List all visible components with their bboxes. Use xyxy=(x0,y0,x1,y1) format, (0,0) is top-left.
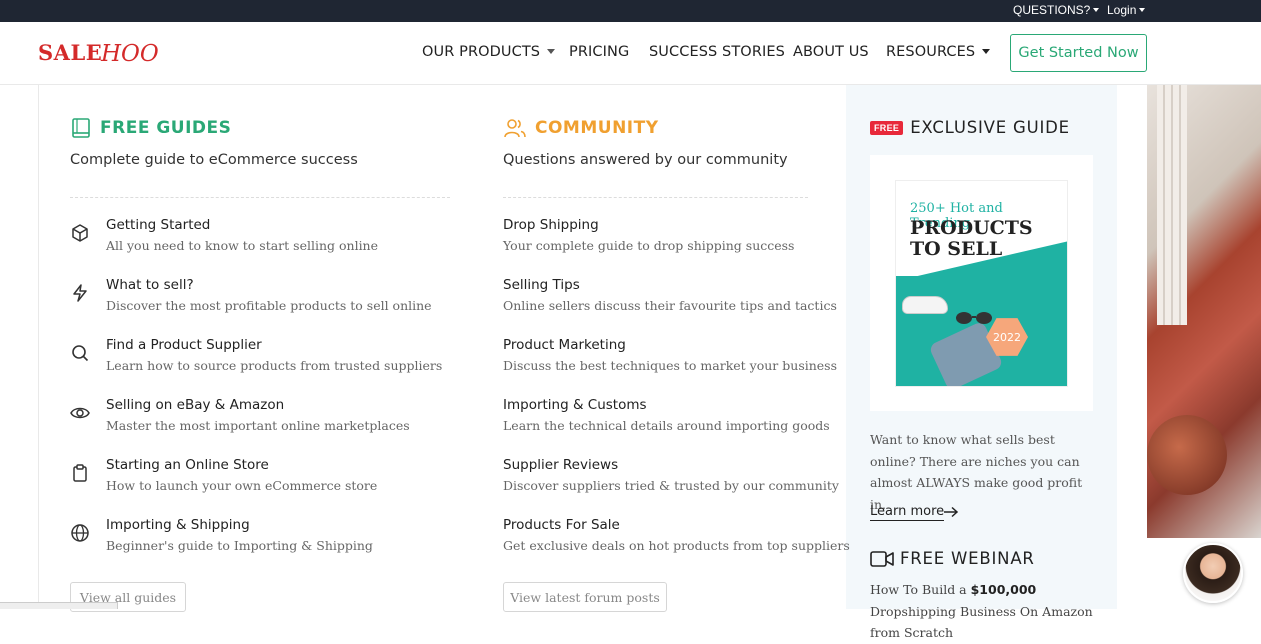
cover-title-line2: PRODUCTS TO SELL xyxy=(910,217,1033,260)
free-guides-subheading: Complete guide to eCommerce success xyxy=(70,152,358,168)
search-icon xyxy=(70,343,90,363)
menu-item-title: Selling Tips xyxy=(503,277,580,293)
menu-item-getting-started[interactable]: Getting Started All you need to know to s… xyxy=(70,217,450,257)
menu-item-description: Master the most important online marketp… xyxy=(106,418,410,433)
nav-about-us-label: ABOUT US xyxy=(793,44,869,60)
menu-item-description: Beginner's guide to Importing & Shipping xyxy=(106,538,373,553)
menu-item-title: Starting an Online Store xyxy=(106,457,269,473)
clipboard-icon xyxy=(70,463,90,483)
divider xyxy=(70,197,450,198)
chat-avatar-button[interactable] xyxy=(1183,543,1243,603)
menu-item-title: Find a Product Supplier xyxy=(106,337,262,353)
menu-item-products-for-sale[interactable]: Products For Sale Get exclusive deals on … xyxy=(503,517,883,557)
svg-text:HOO: HOO xyxy=(100,41,159,66)
background-cup xyxy=(1147,415,1227,495)
menu-item-importing-customs[interactable]: Importing & Customs Learn the technical d… xyxy=(503,397,883,437)
menu-item-selling-on-ebay-amazon[interactable]: Selling on eBay & Amazon Master the most … xyxy=(70,397,450,437)
book-icon xyxy=(72,118,90,138)
users-icon xyxy=(504,119,526,138)
menu-item-title: Supplier Reviews xyxy=(503,457,619,473)
nav-our-products-label: OUR PRODUCTS xyxy=(422,44,541,60)
nav-our-products[interactable]: OUR PRODUCTS xyxy=(422,44,556,60)
menu-item-selling-tips[interactable]: Selling Tips Online sellers discuss their… xyxy=(503,277,883,317)
login-dropdown[interactable]: Login xyxy=(1107,3,1146,17)
community-heading: COMMUNITY xyxy=(503,117,659,139)
menu-item-title: What to sell? xyxy=(106,277,194,293)
menu-item-drop-shipping[interactable]: Drop Shipping Your complete guide to drop… xyxy=(503,217,883,257)
questions-label: QUESTIONS? xyxy=(1013,3,1091,17)
menu-item-what-to-sell[interactable]: What to sell? Discover the most profitabl… xyxy=(70,277,450,317)
menu-item-title: Product Marketing xyxy=(503,337,626,353)
menu-item-description: Discuss the best techniques to market yo… xyxy=(503,358,838,373)
nav-pricing[interactable]: PRICING xyxy=(569,44,629,60)
eye-icon xyxy=(70,403,90,423)
exclusive-guide-heading-label: EXCLUSIVE GUIDE xyxy=(910,118,1070,137)
top-bar: QUESTIONS? Login xyxy=(0,0,1261,22)
community-subheading: Questions answered by our community xyxy=(503,152,788,168)
webinar-text-bold: $100,000 xyxy=(970,582,1037,597)
menu-item-supplier-reviews[interactable]: Supplier Reviews Discover suppliers tried… xyxy=(503,457,883,497)
chevron-down-icon xyxy=(1139,8,1146,12)
menu-item-title: Selling on eBay & Amazon xyxy=(106,397,285,413)
community-heading-label: COMMUNITY xyxy=(535,118,659,138)
free-webinar-heading: FREE WEBINAR xyxy=(870,549,1035,568)
menu-item-description: Discover suppliers tried & trusted by ou… xyxy=(503,478,839,493)
svg-text:SALE: SALE xyxy=(38,40,102,65)
free-guides-heading: FREE GUIDES xyxy=(70,117,231,139)
sunglasses-image xyxy=(956,312,992,324)
ebook-card[interactable]: 250+ Hot and Trending PRODUCTS TO SELL 2… xyxy=(870,155,1093,411)
sneaker-image xyxy=(902,296,948,314)
menu-item-description: All you need to know to start selling on… xyxy=(106,238,379,253)
menu-item-product-marketing[interactable]: Product Marketing Discuss the best techni… xyxy=(503,337,883,377)
menu-item-title: Drop Shipping xyxy=(503,217,599,233)
menu-item-starting-an-online-store[interactable]: Starting an Online Store How to launch yo… xyxy=(70,457,450,497)
get-started-button[interactable]: Get Started Now xyxy=(1010,34,1147,72)
menu-item-description: Online sellers discuss their favourite t… xyxy=(503,298,837,313)
background-column xyxy=(1157,85,1187,325)
chevron-down-icon xyxy=(547,49,556,54)
view-forum-posts-button[interactable]: View latest forum posts xyxy=(503,582,667,612)
menu-item-title: Importing & Shipping xyxy=(106,517,250,533)
nav-resources[interactable]: RESOURCES xyxy=(886,44,991,60)
free-badge: FREE xyxy=(870,120,904,135)
webinar-text[interactable]: How To Build a $100,000 Dropshipping Bus… xyxy=(870,579,1100,644)
exclusive-guide-text: Want to know what sells best online? The… xyxy=(870,432,1083,512)
globe-icon xyxy=(70,523,90,543)
main-navbar: SALE HOO OUR PRODUCTS PRICING SUCCESS ST… xyxy=(0,22,1261,85)
salehoo-logo[interactable]: SALE HOO xyxy=(38,40,184,66)
nav-pricing-label: PRICING xyxy=(569,44,630,60)
video-camera-icon xyxy=(870,550,894,567)
learn-more-link[interactable]: Learn more xyxy=(870,504,945,521)
status-bar xyxy=(0,602,118,609)
divider xyxy=(503,197,808,198)
login-label: Login xyxy=(1107,3,1137,17)
menu-item-description: How to launch your own eCommerce store xyxy=(106,478,378,493)
chevron-down-icon xyxy=(982,49,991,54)
nav-about-us[interactable]: ABOUT US xyxy=(793,44,869,60)
webinar-text-pre: How To Build a xyxy=(870,582,971,597)
menu-item-description: Your complete guide to drop shipping suc… xyxy=(503,238,795,253)
menu-item-title: Getting Started xyxy=(106,217,211,233)
menu-item-description: Learn how to source products from truste… xyxy=(106,358,443,373)
nav-success-stories[interactable]: SUCCESS STORIES xyxy=(649,44,785,60)
ebook-cover[interactable]: 250+ Hot and Trending PRODUCTS TO SELL 2… xyxy=(895,180,1068,387)
background-photo xyxy=(1147,85,1261,538)
lightning-icon xyxy=(70,283,90,303)
menu-item-description: Discover the most profitable products to… xyxy=(106,298,432,313)
chevron-down-icon xyxy=(1093,8,1100,12)
arrow-right-icon xyxy=(944,506,959,518)
nav-success-stories-label: SUCCESS STORIES xyxy=(649,44,785,60)
menu-item-title: Products For Sale xyxy=(503,517,620,533)
free-guides-heading-label: FREE GUIDES xyxy=(100,118,232,138)
menu-item-title: Importing & Customs xyxy=(503,397,647,413)
nav-resources-label: RESOURCES xyxy=(886,44,976,60)
menu-item-importing-shipping[interactable]: Importing & Shipping Beginner's guide to … xyxy=(70,517,450,557)
questions-dropdown[interactable]: QUESTIONS? xyxy=(1013,3,1100,17)
menu-item-description: Learn the technical details around impor… xyxy=(503,418,830,433)
menu-item-description: Get exclusive deals on hot products from… xyxy=(503,538,850,553)
exclusive-guide-heading: FREE EXCLUSIVE GUIDE xyxy=(870,118,1070,137)
menu-item-find-a-product-supplier[interactable]: Find a Product Supplier Learn how to sour… xyxy=(70,337,450,377)
box-icon xyxy=(70,223,90,243)
free-webinar-heading-label: FREE WEBINAR xyxy=(900,549,1035,568)
